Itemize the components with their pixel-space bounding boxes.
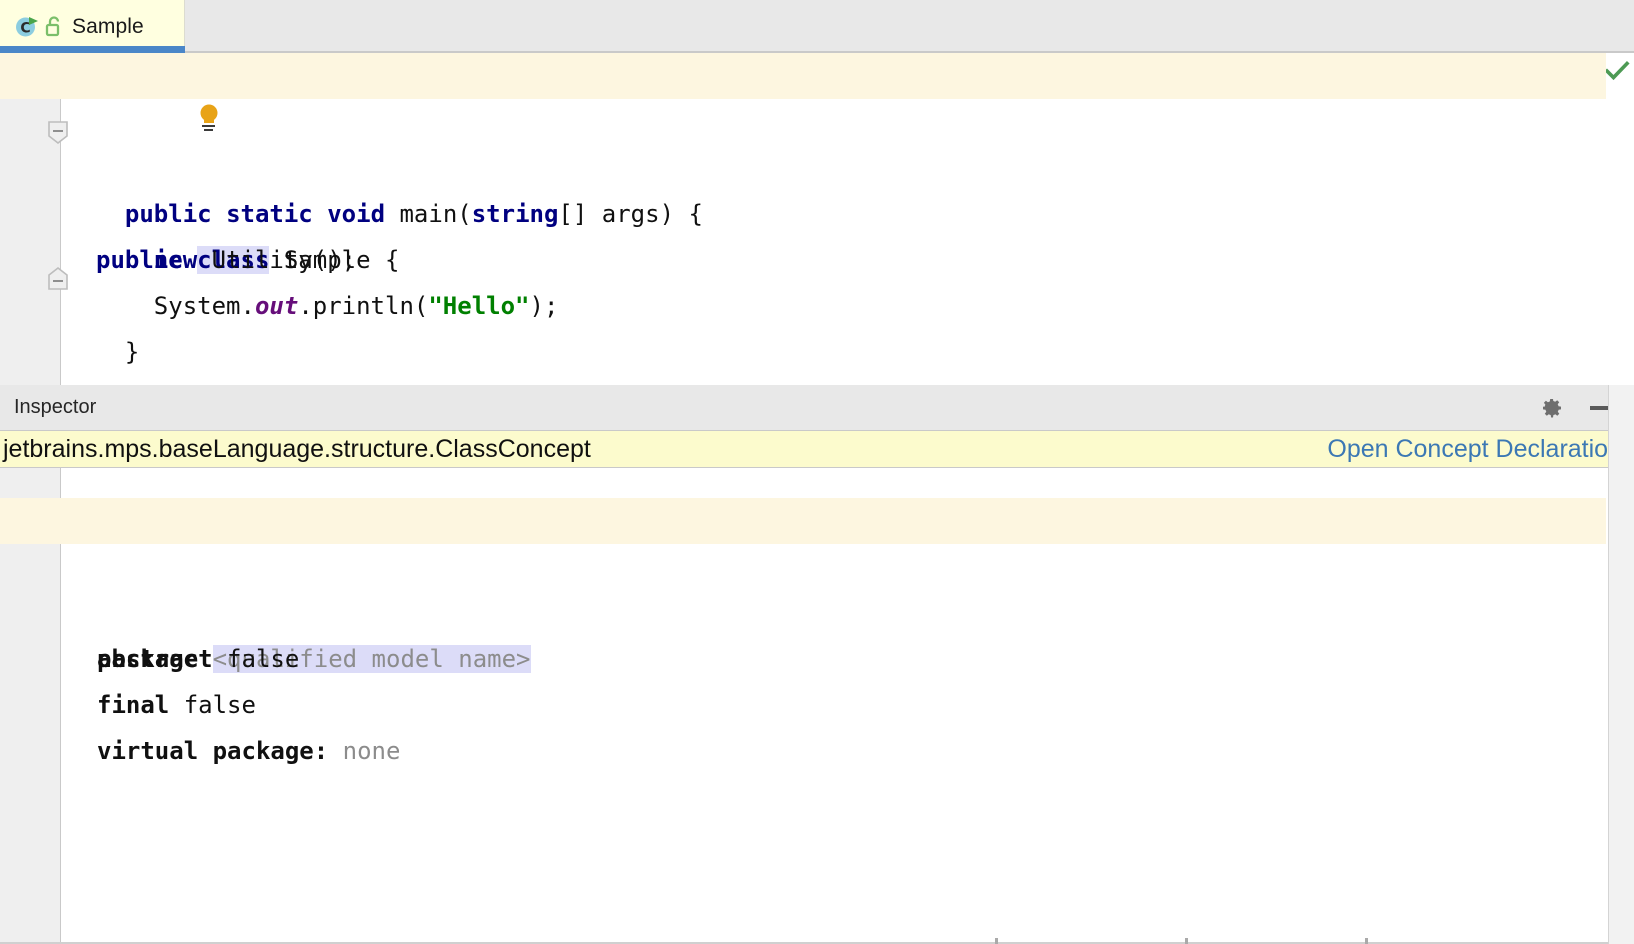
inspector-title: Inspector: [14, 396, 96, 419]
current-line-highlight: [0, 53, 1606, 99]
code-lines: public class Sample { public static void…: [0, 53, 1634, 329]
inspector-property-lines: package <qualified model name> abstract …: [0, 468, 1634, 682]
concept-name: jetbrains.mps.baseLanguage.structure.Cla…: [3, 435, 591, 464]
open-concept-declaration-link[interactable]: Open Concept Declaration: [1327, 435, 1622, 464]
inspector-header: Inspector: [0, 385, 1634, 431]
code-line-text: }: [0, 375, 1634, 385]
property-row[interactable]: abstract false: [0, 544, 1634, 590]
ruler-tick: [1365, 938, 1368, 944]
unlock-icon: [44, 15, 64, 39]
lightbulb-icon[interactable]: [80, 55, 108, 85]
code-editor[interactable]: public class Sample { public static void…: [0, 53, 1634, 385]
code-line[interactable]: new Utility();: [0, 145, 1634, 191]
editor-tab-sample[interactable]: C Sample: [0, 0, 185, 53]
spacer-line: [0, 468, 1634, 498]
inspector-panel: Inspector jetbrains.mps.baseLanguage.str…: [0, 385, 1634, 944]
fold-collapse-icon[interactable]: [47, 266, 69, 290]
fold-collapse-icon[interactable]: [47, 121, 69, 145]
code-line-text: System.out.println("Hello");: [0, 283, 1634, 329]
ruler-tick: [1185, 938, 1188, 944]
ruler-tick: [995, 938, 998, 944]
property-row[interactable]: package <qualified model name>: [0, 498, 1634, 544]
code-line-text: new Utility();: [0, 237, 1634, 283]
property-row-text: abstract false: [0, 636, 1634, 682]
inspector-body[interactable]: package <qualified model name> abstract …: [0, 468, 1634, 944]
property-row[interactable]: final false: [0, 590, 1634, 636]
class-concept-icon: C: [14, 14, 40, 40]
code-line-text: }: [0, 329, 1634, 375]
property-row-text: final false: [0, 682, 1634, 728]
editor-tab-label: Sample: [72, 15, 144, 39]
code-line-text: public static void main(string[] args) {: [0, 191, 1634, 237]
code-line[interactable]: public class Sample {: [0, 53, 1634, 99]
gear-icon[interactable]: [1540, 396, 1564, 420]
editor-tab-bar: C Sample: [0, 0, 1634, 53]
tab-active-indicator: [0, 46, 185, 53]
code-line[interactable]: public static void main(string[] args) {: [0, 99, 1634, 145]
property-row-text: virtual package: none: [0, 728, 1634, 774]
concept-bar: jetbrains.mps.baseLanguage.structure.Cla…: [0, 431, 1634, 468]
current-line-highlight: [0, 498, 1606, 544]
